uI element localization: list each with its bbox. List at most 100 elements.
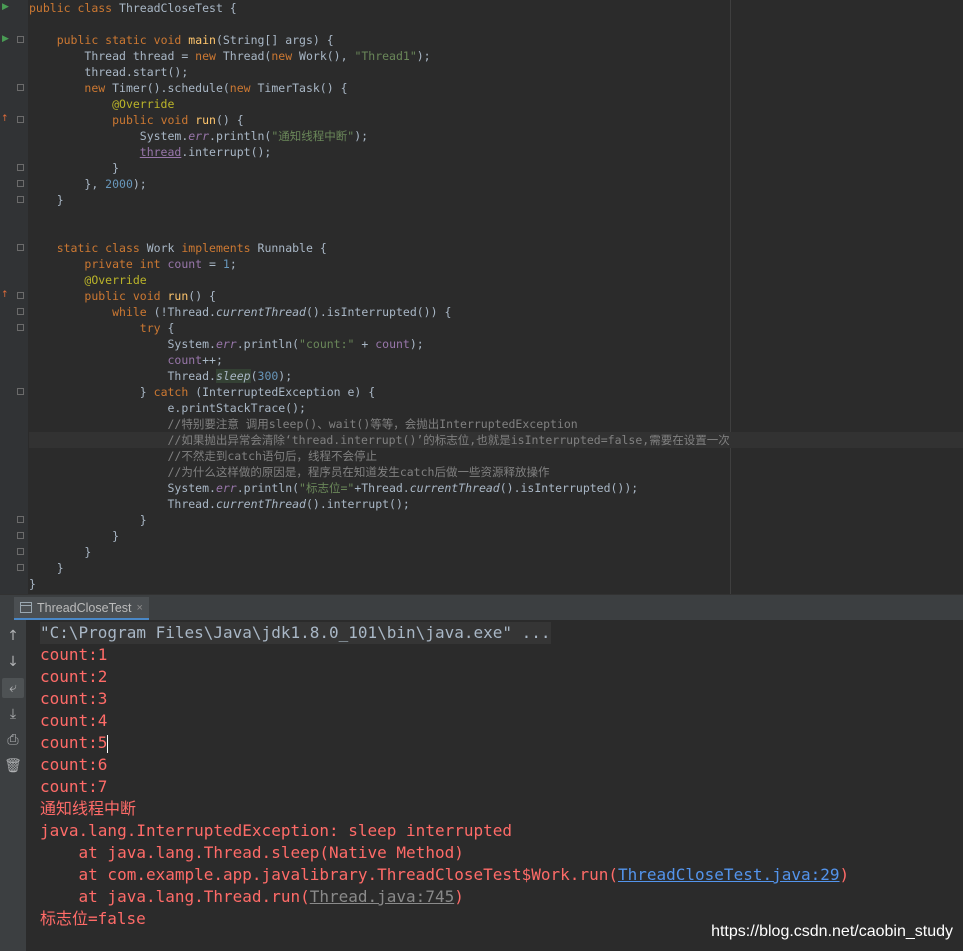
soft-wrap-icon[interactable]: ⤶	[2, 678, 24, 698]
code-line[interactable]: //为什么这样做的原因是，程序员在知道发生catch后做一些资源释放操作	[29, 464, 963, 480]
code-comment: //如果抛出异常会清除‘thread.interrupt()’的标志位,也就是i…	[167, 433, 730, 447]
code-line[interactable]: private int count = 1;	[29, 256, 963, 272]
fold-marker-icon[interactable]	[17, 116, 24, 123]
code-line[interactable]: static class Work implements Runnable {	[29, 240, 963, 256]
code-line[interactable]: public void run() {	[29, 288, 963, 304]
annotation: @Override	[112, 97, 175, 111]
code-line[interactable]: }	[29, 528, 963, 544]
code-text: System.	[139, 129, 189, 143]
code-line[interactable]: //特别要注意 调用sleep()、wait()等等，会抛出Interrupte…	[29, 416, 963, 432]
code-line[interactable]: e.printStackTrace();	[29, 400, 963, 416]
library-source-link[interactable]: Thread.java:745	[310, 887, 455, 906]
static-field: err	[188, 129, 210, 143]
fold-marker-icon[interactable]	[17, 244, 24, 251]
override-marker-icon[interactable]: ↑	[1, 291, 9, 300]
method-name: run	[195, 113, 216, 127]
run-main-icon[interactable]: ▶	[2, 35, 9, 44]
code-line[interactable]: public class ThreadCloseTest {	[29, 0, 963, 16]
code-line[interactable]: }	[29, 560, 963, 576]
fold-marker-icon[interactable]	[17, 308, 24, 315]
code-text: (!Thread.	[153, 305, 216, 319]
code-line[interactable]: public void run() {	[29, 112, 963, 128]
code-text: }	[56, 193, 64, 207]
code-text: System.	[167, 481, 216, 495]
fold-marker-icon[interactable]	[17, 564, 24, 571]
fold-marker-icon[interactable]	[17, 324, 24, 331]
keyword: static	[105, 33, 154, 47]
trash-icon[interactable]: 🗑	[2, 756, 24, 776]
code-line[interactable]: public static void main(String[] args) {	[29, 32, 963, 48]
close-icon[interactable]: ×	[137, 602, 143, 614]
stacktrace-text: )	[839, 865, 850, 884]
code-editor[interactable]: ▶ ▶ ↑ ↑ public class ThreadCloseTest { p…	[0, 0, 963, 594]
code-line-current[interactable]: //如果抛出异常会清除‘thread.interrupt()’的标志位,也就是i…	[29, 432, 963, 448]
method-name: main	[188, 33, 216, 47]
code-line[interactable]: @Override	[29, 96, 963, 112]
annotation: @Override	[84, 273, 147, 287]
fold-marker-icon[interactable]	[17, 36, 24, 43]
code-comment: //特别要注意 调用sleep()、wait()等等，会抛出Interrupte…	[167, 417, 578, 431]
code-line[interactable]: }	[29, 576, 963, 592]
code-text: =	[202, 257, 223, 271]
code-line[interactable]: while (!Thread.currentThread().isInterru…	[29, 304, 963, 320]
string-literal: "标志位="	[299, 481, 355, 495]
code-line[interactable]: System.err.println("通知线程中断");	[29, 128, 963, 144]
code-line[interactable]: System.err.println("count:" + count);	[29, 336, 963, 352]
run-tool-window-header: ThreadCloseTest ×	[0, 594, 963, 620]
code-line[interactable]: }	[29, 544, 963, 560]
code-line[interactable]: thread.start();	[29, 64, 963, 80]
code-line[interactable]: }	[29, 512, 963, 528]
fold-marker-icon[interactable]	[17, 548, 24, 555]
code-line[interactable]: Thread.sleep(300);	[29, 368, 963, 384]
console-line: 标志位=false	[40, 909, 146, 928]
source-link[interactable]: ThreadCloseTest.java:29	[618, 865, 840, 884]
code-line[interactable]: @Override	[29, 272, 963, 288]
captured-variable: thread	[139, 145, 182, 159]
down-arrow-icon[interactable]: ↓	[2, 652, 24, 672]
code-text: }	[84, 545, 92, 559]
run-class-icon[interactable]: ▶	[2, 3, 9, 12]
scroll-to-end-icon[interactable]: ⤓	[2, 704, 24, 724]
fold-marker-icon[interactable]	[17, 388, 24, 395]
up-arrow-icon[interactable]: ↑	[2, 626, 24, 646]
code-line[interactable]: Thread.currentThread().interrupt();	[29, 496, 963, 512]
code-text: () {	[188, 289, 216, 303]
code-text: thread.start();	[84, 65, 189, 79]
code-line[interactable]: Thread thread = new Thread(new Work(), "…	[29, 48, 963, 64]
print-icon[interactable]: ⎙	[2, 730, 24, 750]
fold-marker-icon[interactable]	[17, 84, 24, 91]
fold-marker-icon[interactable]	[17, 532, 24, 539]
code-line[interactable]: new Timer().schedule(new TimerTask() {	[29, 80, 963, 96]
code-text: {	[167, 321, 175, 335]
fold-marker-icon[interactable]	[17, 164, 24, 171]
static-method-call: currentThread	[215, 497, 306, 511]
code-line[interactable]: }	[29, 192, 963, 208]
string-literal: "count:"	[299, 337, 355, 351]
code-text: System.	[167, 337, 216, 351]
keyword: implements	[181, 241, 258, 255]
code-line[interactable]: thread.interrupt();	[29, 144, 963, 160]
code-text: ++;	[202, 353, 223, 367]
text-caret	[107, 734, 109, 753]
code-line[interactable]: }	[29, 160, 963, 176]
code-line[interactable]: try {	[29, 320, 963, 336]
code-line[interactable]: } catch (InterruptedException e) {	[29, 384, 963, 400]
code-text: +Thread.	[354, 481, 410, 495]
console-output[interactable]: "C:\Program Files\Java\jdk1.8.0_101\bin\…	[26, 620, 963, 951]
run-tab[interactable]: ThreadCloseTest ×	[14, 597, 149, 620]
code-line[interactable]: }, 2000);	[29, 176, 963, 192]
code-text: },	[84, 177, 106, 191]
static-method-call: currentThread	[409, 481, 500, 495]
fold-marker-icon[interactable]	[17, 196, 24, 203]
fold-marker-icon[interactable]	[17, 180, 24, 187]
fold-marker-icon[interactable]	[17, 292, 24, 299]
code-line[interactable]: count++;	[29, 352, 963, 368]
keyword: void	[132, 289, 168, 303]
stacktrace-line: at java.lang.Thread.sleep(Native Method)	[40, 843, 464, 862]
code-line[interactable]: System.err.println("标志位="+Thread.current…	[29, 480, 963, 496]
override-marker-icon[interactable]: ↑	[1, 115, 9, 124]
field-name: count	[167, 353, 203, 367]
code-line[interactable]: //不然走到catch语句后，线程不会停止	[29, 448, 963, 464]
fold-marker-icon[interactable]	[17, 516, 24, 523]
code-text: }	[139, 513, 147, 527]
